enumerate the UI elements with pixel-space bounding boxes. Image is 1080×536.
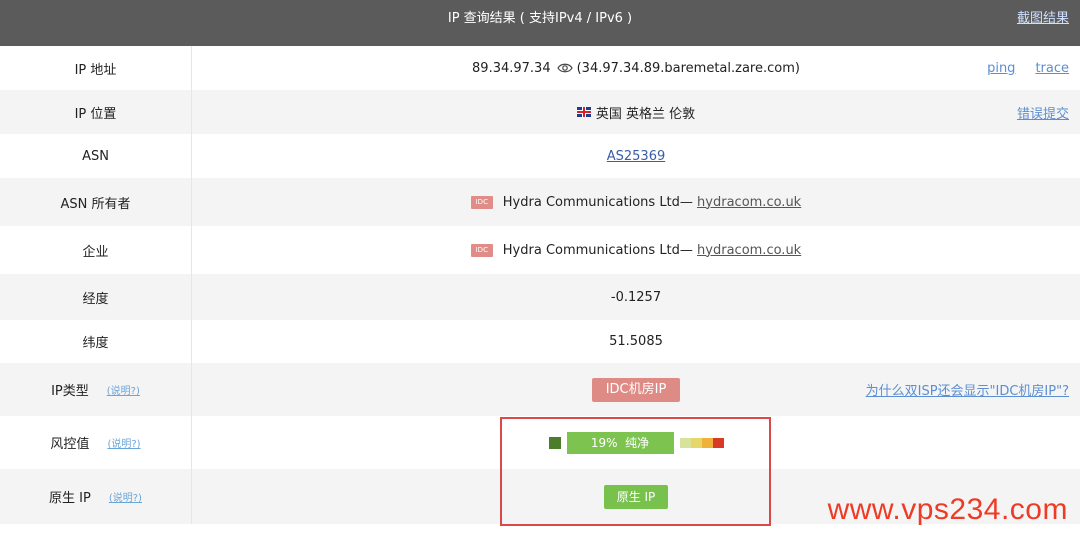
row-latitude: 纬度 51.5085 [0,320,1080,363]
company-label: 企业 [0,226,192,274]
ip-type-help-link[interactable]: (说明?) [107,382,140,397]
idc-badge-icon: IDC [470,243,493,257]
row-asn: ASN AS25369 [0,134,1080,178]
row-longitude: 经度 -0.1257 [0,274,1080,320]
row-ip-type: IP类型 (说明?) IDC机房IP 为什么双ISP还会显示"IDC机房IP"? [0,363,1080,416]
risk-meter: 19% 纯净 [548,431,724,454]
longitude-value: -0.1257 [610,289,662,305]
result-header: IP 查询结果 ( 支持IPv4 / IPv6 ) 截图结果 [0,0,1080,46]
screenshot-result-link[interactable]: 截图结果 [1017,0,1069,38]
row-asn-owner: ASN 所有者 IDC Hydra Communications Ltd— hy… [0,178,1080,226]
longitude-label: 经度 [0,274,192,320]
ip-type-label: IP类型 [51,384,89,399]
latitude-label: 纬度 [0,320,192,363]
risk-status: 纯净 [625,436,650,450]
native-help-link[interactable]: (说明?) [109,489,142,504]
risk-score-label: 风控值 [50,437,90,452]
asn-owner-name: Hydra Communications Ltd— [502,194,693,210]
row-company: 企业 IDC Hydra Communications Ltd— hydraco… [0,226,1080,274]
eye-icon[interactable] [556,62,573,74]
location-text: 英国 英格兰 伦敦 [595,106,696,122]
idc-badge-icon: IDC [470,195,493,209]
asn-label: ASN [0,134,192,178]
hostname-text: (34.97.34.89.baremetal.zare.com) [576,60,800,76]
ip-location-label: IP 位置 [0,90,192,134]
ip-type-badge: IDC机房IP [591,377,681,402]
uk-flag-icon [576,107,591,117]
native-ip-badge: 原生 IP [603,484,669,509]
trace-link[interactable]: trace [1035,61,1069,76]
risk-score-bar: 19% 纯净 [566,431,674,454]
why-idc-link[interactable]: 为什么双ISP还会显示"IDC机房IP"? [866,380,1069,399]
report-error-link[interactable]: 错误提交 [1017,103,1069,122]
ip-location-value: 英国 英格兰 伦敦 [192,90,1080,134]
asn-owner-label: ASN 所有者 [0,178,192,226]
page-title: IP 查询结果 ( 支持IPv4 / IPv6 ) [447,11,633,26]
row-risk-score: 风控值 (说明?) 19% 纯净 [0,416,1080,469]
native-ip-label: 原生 IP [49,491,91,506]
risk-help-link[interactable]: (说明?) [107,435,140,450]
ping-link[interactable]: ping [987,61,1015,76]
ip-text: 89.34.97.34 [472,60,551,76]
asn-link[interactable]: AS25369 [607,149,666,164]
company-site-link[interactable]: hydracom.co.uk [697,243,801,258]
risk-percent: 19% [590,435,618,450]
company-name: Hydra Communications Ltd— [502,242,693,258]
ip-address-label: IP 地址 [0,46,192,90]
risk-level-marker [548,436,561,449]
ip-address-value: 89.34.97.34 (34.97.34.89.baremetal.zare.… [192,46,1080,90]
latitude-value: 51.5085 [609,334,663,349]
asn-owner-site-link[interactable]: hydracom.co.uk [697,195,801,210]
risk-scale [679,437,724,448]
row-ip-address: IP 地址 89.34.97.34 (34.97.34.89.baremetal… [0,46,1080,90]
watermark-text: www.vps234.com [827,493,1068,526]
row-ip-location: IP 位置 英国 英格兰 伦敦 错误提交 [0,90,1080,134]
ip-tools: ping trace [987,46,1069,90]
